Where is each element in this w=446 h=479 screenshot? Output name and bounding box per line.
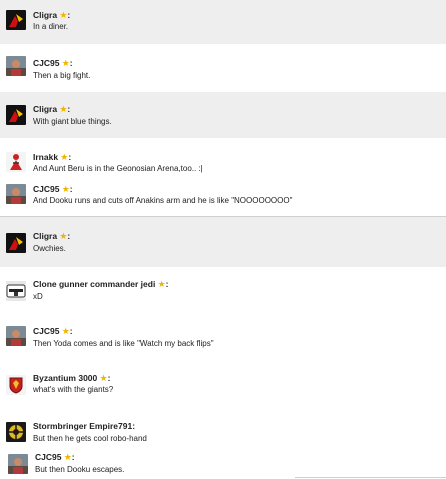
username-colon: : bbox=[107, 373, 111, 383]
red-figure-icon[interactable] bbox=[6, 152, 26, 172]
black-red-emblem-icon[interactable] bbox=[6, 233, 26, 253]
message-text: Then Yoda comes and is like "Watch my ba… bbox=[33, 339, 214, 348]
crest-shield-icon[interactable] bbox=[6, 375, 26, 395]
message-header: Cligra ★: bbox=[33, 10, 70, 21]
username-link[interactable]: Irnakk bbox=[33, 152, 58, 162]
chat-message: CJC95 ★: And Dooku runs and cuts off Ana… bbox=[0, 178, 446, 216]
message-text: xD bbox=[33, 292, 43, 301]
portrait-photo-icon[interactable] bbox=[6, 326, 26, 346]
portrait-photo-icon[interactable] bbox=[8, 454, 28, 474]
black-red-emblem-icon[interactable] bbox=[6, 10, 26, 30]
chat-message: CJC95 ★: Then Yoda comes and is like "Wa… bbox=[0, 313, 446, 361]
username-link[interactable]: CJC95 bbox=[35, 452, 61, 462]
message-text: And Aunt Beru is in the Geonosian Arena,… bbox=[33, 164, 203, 173]
chat-message: Cligra ★: Owchies. bbox=[0, 216, 446, 267]
chat-message: Stormbringer Empire791: But then he gets… bbox=[0, 405, 446, 449]
username-colon: : bbox=[69, 184, 73, 194]
message-text: In a diner. bbox=[33, 22, 69, 31]
message-header: CJC95 ★: bbox=[33, 58, 73, 69]
username-colon: : bbox=[71, 452, 75, 462]
message-text: Owchies. bbox=[33, 244, 66, 253]
chat-message: CJC95 ★: But then Dooku escapes. bbox=[0, 449, 446, 479]
message-text: With giant blue things. bbox=[33, 117, 112, 126]
chat-message: Byzantium 3000 ★: what's with the giants… bbox=[0, 361, 446, 405]
yellow-emblem-icon[interactable] bbox=[6, 422, 26, 442]
username-link[interactable]: CJC95 bbox=[33, 184, 59, 194]
username-colon: : bbox=[68, 152, 72, 162]
username-link[interactable]: CJC95 bbox=[33, 58, 59, 68]
chat-message: Cligra ★: With giant blue things. bbox=[0, 92, 446, 138]
message-text: Then a big fight. bbox=[33, 71, 91, 80]
chat-message: Irnakk ★: And Aunt Beru is in the Geonos… bbox=[0, 140, 446, 178]
username-colon: : bbox=[67, 104, 71, 114]
message-header: CJC95 ★: bbox=[33, 184, 73, 195]
username-colon: : bbox=[69, 326, 73, 336]
username-link[interactable]: Stormbringer Empire791 bbox=[33, 421, 132, 431]
username-link[interactable]: Byzantium 3000 bbox=[33, 373, 97, 383]
username-colon: : bbox=[69, 58, 73, 68]
username-colon: : bbox=[132, 421, 136, 431]
message-text: what's with the giants? bbox=[33, 385, 114, 394]
star-icon: ★ bbox=[99, 373, 108, 383]
username-colon: : bbox=[67, 231, 71, 241]
black-red-emblem-icon[interactable] bbox=[6, 105, 26, 125]
username-colon: : bbox=[165, 279, 169, 289]
message-header: Cligra ★: bbox=[33, 231, 70, 242]
star-icon: ★ bbox=[61, 58, 70, 68]
star-icon: ★ bbox=[63, 452, 72, 462]
star-icon: ★ bbox=[157, 279, 166, 289]
message-header: Clone gunner commander jedi ★: bbox=[33, 279, 168, 290]
message-text: And Dooku runs and cuts off Anakins arm … bbox=[33, 196, 293, 205]
message-header: Cligra ★: bbox=[33, 104, 70, 115]
username-colon: : bbox=[67, 10, 71, 20]
chat-message: Clone gunner commander jedi ★: xD bbox=[0, 267, 446, 313]
message-header: Stormbringer Empire791: bbox=[33, 421, 135, 432]
star-icon: ★ bbox=[61, 326, 70, 336]
username-link[interactable]: CJC95 bbox=[33, 326, 59, 336]
portrait-photo-icon[interactable] bbox=[6, 184, 26, 204]
username-link[interactable]: Clone gunner commander jedi bbox=[33, 279, 155, 289]
portrait-photo-icon[interactable] bbox=[6, 56, 26, 76]
star-icon: ★ bbox=[61, 184, 70, 194]
message-text: But then he gets cool robo-hand bbox=[33, 434, 147, 443]
username-link[interactable]: Cligra bbox=[33, 104, 57, 114]
chat-feed: Cligra ★: In a diner. CJC95 ★: Then a bi… bbox=[0, 0, 446, 479]
message-header: Byzantium 3000 ★: bbox=[33, 373, 110, 384]
message-header: CJC95 ★: bbox=[35, 452, 75, 463]
username-link[interactable]: Cligra bbox=[33, 10, 57, 20]
message-header: Irnakk ★: bbox=[33, 152, 71, 163]
message-text: But then Dooku escapes. bbox=[35, 465, 125, 474]
chat-message: CJC95 ★: Then a big fight. bbox=[0, 46, 446, 90]
username-link[interactable]: Cligra bbox=[33, 231, 57, 241]
chat-message: Cligra ★: In a diner. bbox=[0, 0, 446, 44]
divider bbox=[295, 477, 446, 478]
message-header: CJC95 ★: bbox=[33, 326, 73, 337]
clone-helmet-icon[interactable] bbox=[6, 281, 26, 301]
